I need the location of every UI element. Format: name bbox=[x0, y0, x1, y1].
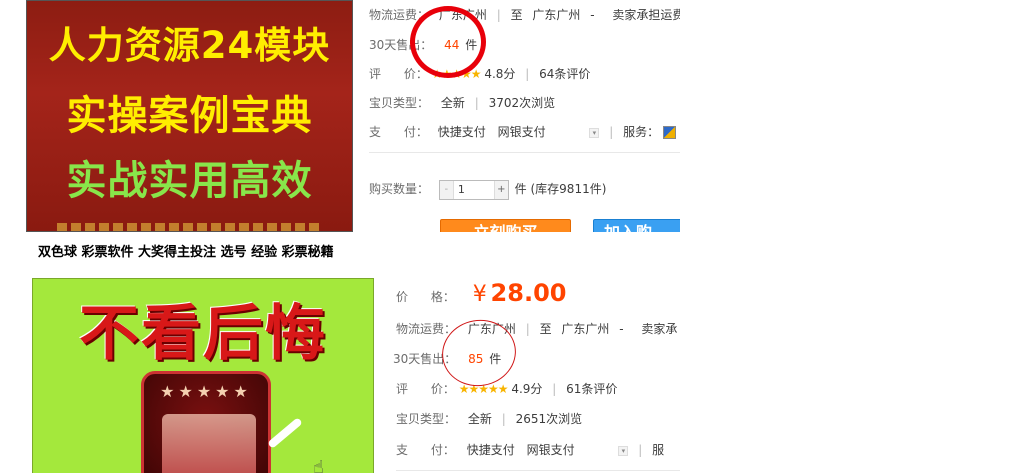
image-headline: 不看后悔 bbox=[79, 299, 327, 369]
add-to-cart-button[interactable]: 加入购 bbox=[593, 219, 680, 232]
service-label: 服务： bbox=[623, 125, 660, 139]
badge-stars-icon: ★★★★★ bbox=[160, 382, 252, 401]
price-row: 价 格： ¥ 28.00 bbox=[396, 278, 566, 312]
condition-value: 全新 bbox=[467, 412, 492, 426]
image-decoration bbox=[267, 417, 303, 449]
stock-info: 件 (库存9811件) bbox=[514, 182, 607, 196]
payment-method-bank: 网银支付 bbox=[497, 125, 546, 139]
quantity-increment-button[interactable]: + bbox=[493, 180, 508, 199]
quantity-stepper: - 1 + bbox=[438, 179, 509, 200]
buy-now-button[interactable]: 立刻购买 bbox=[440, 219, 571, 232]
product-image[interactable]: 不看后悔 ★★★★★ ☝ bbox=[32, 278, 374, 473]
quantity-label: 购买数量： bbox=[369, 182, 430, 196]
payment-method-quick: 快捷支付 bbox=[437, 125, 486, 139]
annotation-circle bbox=[410, 6, 486, 78]
view-count: 3702次浏览 bbox=[488, 96, 556, 110]
payment-dropdown-icon[interactable]: ▾ bbox=[589, 127, 600, 138]
rating-label: 评 价： bbox=[396, 382, 455, 396]
quantity-input[interactable]: 1 bbox=[458, 181, 465, 199]
view-count: 2651次浏览 bbox=[515, 412, 583, 426]
image-text-line: 实战实用高效 bbox=[66, 158, 313, 204]
shipping-to[interactable]: 广东广州 bbox=[561, 320, 609, 338]
payment-row: 支 付： 快捷支付 网银支付 ▾ | 服务： bbox=[369, 123, 676, 141]
image-text-line: 人力资源24模块 bbox=[48, 24, 331, 67]
rating-score: 4.9分 bbox=[511, 382, 543, 396]
image-decoration bbox=[57, 223, 322, 231]
shipping-to-prefix: 至 bbox=[539, 322, 552, 336]
rating-score: 4.8分 bbox=[484, 67, 516, 81]
shipping-to-prefix: 至 bbox=[510, 8, 523, 22]
product-title[interactable]: 双色球 彩票软件 大奖得主投注 选号 经验 彩票秘籍 bbox=[38, 241, 334, 260]
rating-count-link[interactable]: 61条评价 bbox=[566, 380, 617, 398]
condition-value: 全新 bbox=[440, 96, 465, 110]
condition-label: 宝贝类型： bbox=[396, 412, 457, 426]
image-badge: ★★★★★ bbox=[141, 371, 271, 473]
divider bbox=[369, 152, 680, 153]
currency-symbol: ¥ bbox=[472, 282, 487, 307]
badge-seal bbox=[162, 414, 256, 473]
payment-label: 支 付： bbox=[369, 125, 428, 139]
rating-label: 评 价： bbox=[369, 67, 428, 81]
shipping-dash: - bbox=[619, 322, 624, 336]
rating-count-link[interactable]: 64条评价 bbox=[539, 65, 590, 83]
shipping-to[interactable]: 广东广州 bbox=[532, 6, 580, 24]
rating-row: 评 价： ★★★★★ 4.8分 | 64条评价 bbox=[369, 65, 591, 83]
shipping-note: 卖家承担运费 bbox=[612, 8, 680, 22]
image-text-line: 实操案例宝典 bbox=[66, 93, 313, 139]
payment-method-quick: 快捷支付 bbox=[466, 443, 515, 457]
quantity-decrement-button[interactable]: - bbox=[439, 180, 454, 199]
product-image[interactable]: 人力资源24模块 实操案例宝典 实战实用高效 bbox=[26, 0, 353, 232]
shipping-note: 卖家承 bbox=[641, 322, 678, 336]
quantity-row: 购买数量： - 1 + 件 (库存9811件) bbox=[369, 178, 606, 200]
condition-label: 宝贝类型： bbox=[369, 96, 430, 110]
service-label: 服 bbox=[652, 443, 665, 457]
product-listing-1: 人力资源24模块 实操案例宝典 实战实用高效 物流运费： 广东广州 | 至 广东… bbox=[0, 0, 680, 232]
product-listing-2: 双色球 彩票软件 大奖得主投注 选号 经验 彩票秘籍 不看后悔 ★★★★★ ☝ … bbox=[0, 238, 680, 473]
shipping-dash: - bbox=[590, 8, 595, 22]
rating-row: 评 价： ★★★★★ 4.9分 | 61条评价 bbox=[396, 380, 618, 398]
price-label: 价 格： bbox=[396, 290, 455, 304]
payment-row: 支 付： 快捷支付 网银支付 ▾ | 服 bbox=[396, 443, 665, 457]
divider bbox=[396, 470, 680, 471]
payment-method-bank: 网银支付 bbox=[526, 443, 575, 457]
condition-row: 宝贝类型： 全新 | 2651次浏览 bbox=[396, 412, 583, 426]
price-value: 28.00 bbox=[490, 279, 567, 307]
condition-row: 宝贝类型： 全新 | 3702次浏览 bbox=[369, 96, 556, 110]
service-badge-icon[interactable] bbox=[662, 126, 676, 139]
payment-label: 支 付： bbox=[396, 443, 455, 457]
payment-dropdown-icon[interactable]: ▾ bbox=[618, 445, 629, 456]
shipping-row: 物流运费： 广东广州 | 至 广东广州 - 卖家承 bbox=[396, 320, 678, 338]
hand-cursor-icon: ☝ bbox=[313, 457, 324, 473]
